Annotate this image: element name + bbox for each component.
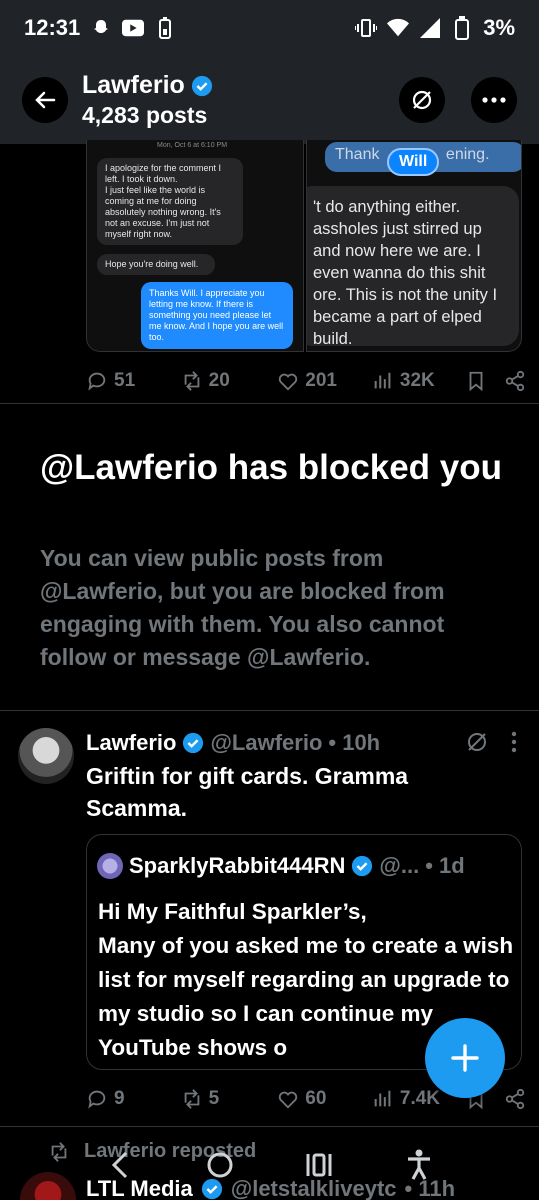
message-bubble: Hope you're doing well. [97, 254, 215, 275]
repost-count: 20 [208, 370, 230, 391]
status-time: 12:31 [24, 15, 81, 40]
share-icon [505, 370, 525, 392]
share-button[interactable] [504, 1088, 526, 1110]
grok-button[interactable] [399, 77, 445, 123]
tweet-text: Griftin for gift cards. Gramma Scamma. [86, 763, 409, 821]
message-bubble: I apologize for the comment I left. I to… [97, 158, 243, 245]
reply-count: 9 [114, 1088, 125, 1109]
back-button[interactable] [22, 77, 68, 123]
message-bubble: 't do anything either. assholes just sti… [307, 186, 519, 348]
verified-badge-icon [183, 732, 204, 754]
message-bubble-sent: Thanks Will. I appreciate you letting me… [141, 282, 293, 349]
tweet-time: • 10h [328, 730, 381, 755]
message-text: Thank [335, 146, 380, 163]
post-count: 4,283 posts [82, 102, 208, 128]
divider [0, 710, 539, 711]
reply-count: 51 [114, 370, 136, 391]
view-count: 7.4K [399, 1088, 441, 1109]
profile-header: Lawferio 4,283 posts [0, 56, 539, 144]
share-button[interactable] [504, 370, 526, 392]
author-handle[interactable]: @Lawferio [210, 730, 322, 756]
heart-icon [279, 1091, 298, 1109]
views-icon [374, 1090, 391, 1107]
view-count: 32K [399, 370, 435, 391]
accessibility-icon [408, 1149, 431, 1180]
battery-percent: 3% [483, 15, 515, 40]
reply-button[interactable]: 9 [86, 1088, 181, 1110]
tweet-header: Lawferio @Lawferio • 10h [86, 730, 380, 756]
snapchat-icon [90, 17, 112, 39]
like-count: 201 [305, 370, 337, 391]
chevron-left-icon [111, 1151, 127, 1179]
back-arrow-icon [35, 91, 56, 109]
bookmark-button[interactable] [465, 370, 504, 392]
like-button[interactable]: 201 [277, 370, 372, 392]
grok-icon[interactable] [465, 730, 489, 754]
repost-icon [184, 1089, 199, 1109]
more-icon [482, 97, 506, 103]
repost-button[interactable]: 5 [181, 1088, 278, 1110]
battery-icon [451, 16, 473, 40]
message-text: ening. [445, 146, 490, 163]
verified-badge-icon [352, 855, 373, 877]
plus-icon [451, 1044, 479, 1072]
verified-badge-icon [191, 75, 212, 96]
blocked-title: @Lawferio has blocked you [40, 448, 503, 487]
divider [0, 1126, 539, 1127]
signal-icon [419, 17, 441, 39]
quoted-time: • 1d [425, 853, 465, 878]
post-actions: 51 20 201 32K [86, 366, 526, 396]
avatar[interactable] [18, 728, 74, 784]
more-button[interactable] [471, 77, 517, 123]
like-count: 60 [305, 1088, 327, 1109]
quoted-author-name: SparklyRabbit444RN [129, 853, 346, 878]
heart-icon [279, 373, 298, 391]
recents-icon [306, 1153, 332, 1177]
nav-home-button[interactable] [200, 1145, 240, 1185]
system-nav-bar [0, 1130, 539, 1200]
home-circle-icon [207, 1152, 233, 1178]
reply-icon [88, 1090, 106, 1109]
message-date: Mon, Oct 6 at 6:10 PM [157, 142, 228, 149]
youtube-icon [122, 17, 145, 39]
bookmark-icon [469, 371, 482, 392]
views-button[interactable]: 32K [372, 370, 465, 392]
vibrate-icon [355, 17, 378, 39]
battery-saver-icon [154, 17, 176, 39]
profile-name: Lawferio [82, 71, 185, 99]
post-image-right[interactable]: Thank ening. Will 't do anything either.… [306, 140, 522, 352]
contact-tag: Will [387, 148, 440, 176]
blocked-message: You can view public posts from @Lawferio… [40, 545, 445, 670]
divider [0, 403, 539, 404]
accessibility-button[interactable] [399, 1145, 439, 1185]
more-vertical-icon[interactable] [511, 731, 517, 753]
post-image-left[interactable]: Mon, Oct 6 at 6:10 PM I apologize for th… [86, 140, 304, 352]
wifi-icon [387, 17, 410, 39]
repost-icon [184, 371, 199, 391]
compose-button[interactable] [425, 1018, 505, 1098]
grok-icon [412, 90, 432, 110]
nav-back-button[interactable] [100, 1145, 140, 1185]
status-bar: 12:31 3% [0, 0, 539, 56]
author-name[interactable]: Lawferio [86, 730, 176, 756]
repost-count: 5 [208, 1088, 220, 1109]
tweet-menu [465, 730, 517, 754]
quoted-avatar [97, 853, 123, 879]
like-button[interactable]: 60 [277, 1088, 372, 1110]
quoted-handle: @... [379, 853, 420, 878]
reply-icon [88, 372, 106, 391]
views-icon [374, 372, 391, 389]
nav-recents-button[interactable] [299, 1145, 339, 1185]
share-icon [505, 1088, 525, 1110]
repost-button[interactable]: 20 [181, 370, 278, 392]
reply-button[interactable]: 51 [86, 370, 181, 392]
